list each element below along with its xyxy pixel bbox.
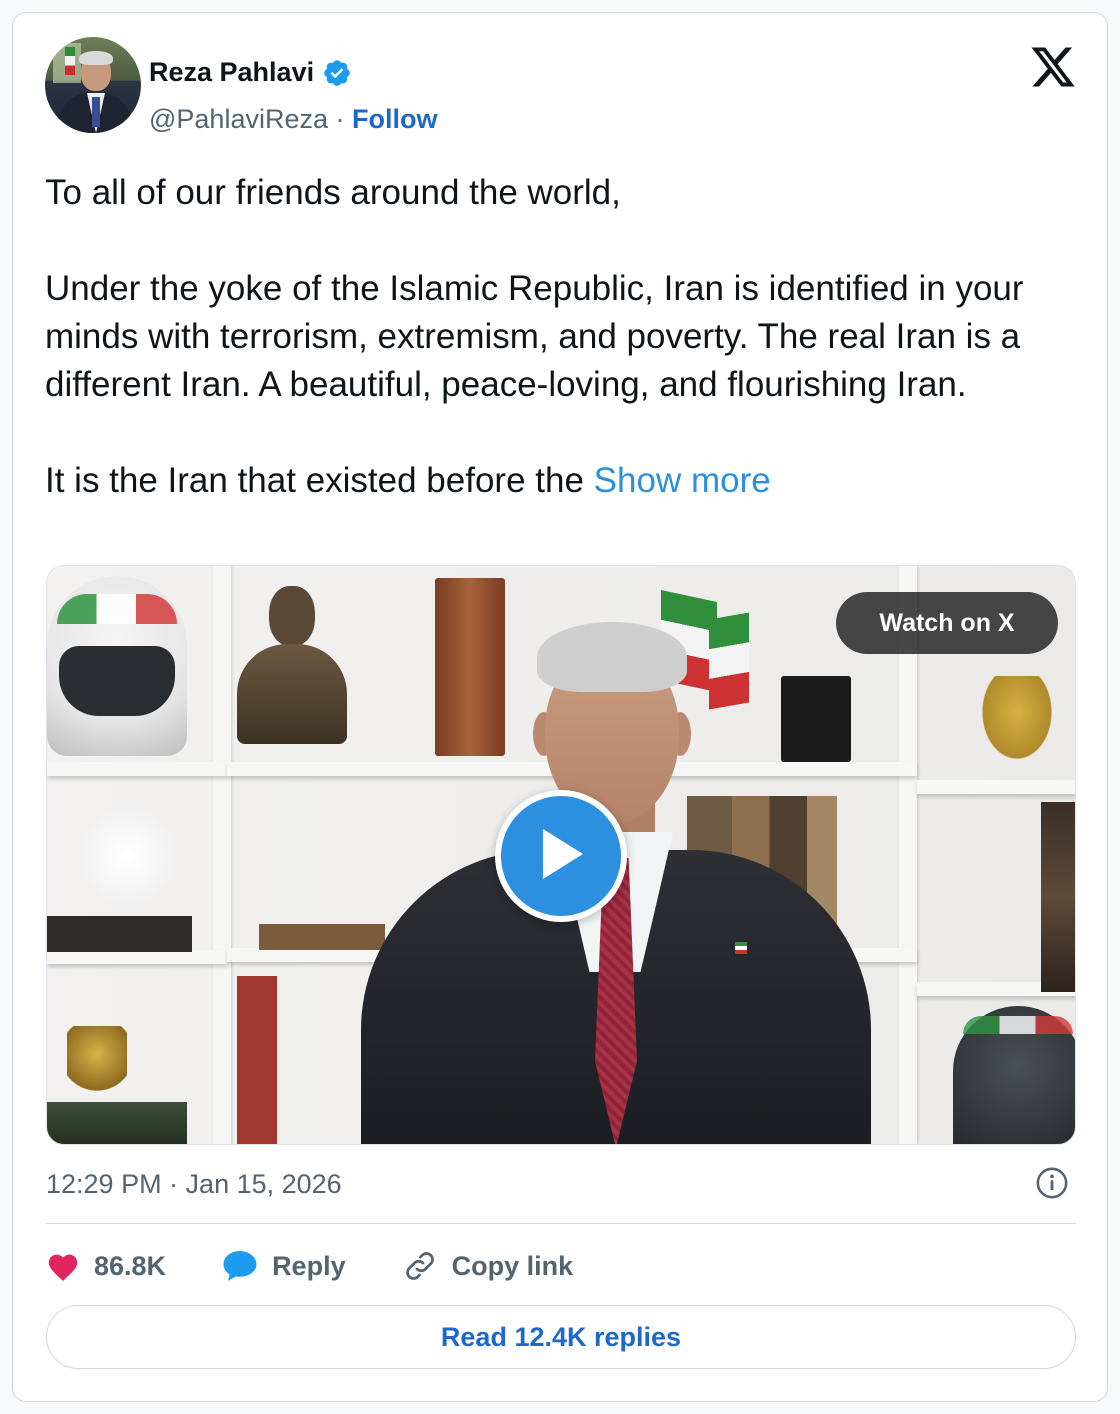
author-name-row: Reza Pahlavi — [149, 57, 352, 88]
play-icon — [535, 825, 587, 888]
reply-label: Reply — [272, 1250, 346, 1281]
tweet-paragraph-2: Under the yoke of the Islamic Republic, … — [45, 269, 1024, 404]
author-handle-row: @PahlaviReza · Follow — [149, 104, 438, 135]
books-far-right — [1041, 802, 1075, 992]
info-icon[interactable] — [1035, 1166, 1069, 1200]
reply-bubble-icon — [222, 1249, 258, 1283]
books-left — [47, 916, 192, 952]
copy-link-button[interactable]: Copy link — [402, 1248, 574, 1284]
like-count: 86.8K — [94, 1250, 167, 1281]
avatar[interactable] — [45, 37, 141, 133]
bronze-bust — [237, 586, 347, 756]
gold-emblem — [977, 676, 1057, 766]
tweet-paragraph-3: It is the Iran that existed before the S… — [45, 457, 1085, 505]
x-logo-icon[interactable] — [1029, 43, 1077, 91]
play-button[interactable] — [495, 790, 627, 922]
tweet-text: To all of our friends around the world, … — [45, 169, 1085, 505]
calligraphy-sculpture — [67, 796, 187, 916]
tweet-card: Reza Pahlavi @PahlaviReza · Follow To al… — [12, 12, 1108, 1402]
red-book — [237, 976, 277, 1144]
video-player[interactable]: Watch on X — [46, 565, 1076, 1145]
avatar-flag — [65, 47, 75, 75]
helmet-right — [953, 1006, 1075, 1144]
divider — [46, 1223, 1076, 1224]
tweet-actions: 86.8K Reply Copy link — [46, 1243, 629, 1289]
copy-link-label: Copy link — [451, 1250, 574, 1281]
tweet-paragraph-3-text: It is the Iran that existed before the — [45, 461, 584, 500]
avatar-tie — [92, 97, 100, 127]
follow-button[interactable]: Follow — [352, 104, 437, 134]
watch-on-x-button[interactable]: Watch on X — [836, 592, 1058, 654]
heart-icon — [46, 1250, 80, 1282]
helmet-left — [47, 576, 187, 756]
trophy — [67, 1026, 127, 1096]
read-replies-button[interactable]: Read 12.4K replies — [46, 1305, 1076, 1369]
avatar-hair — [79, 51, 113, 65]
tweet-timestamp[interactable]: 12:29 PM · Jan 15, 2026 — [46, 1169, 342, 1200]
like-button[interactable]: 86.8K — [46, 1250, 166, 1282]
link-icon — [402, 1248, 438, 1284]
tweet-line-greeting: To all of our friends around the world, — [45, 173, 621, 212]
verified-badge-icon — [322, 58, 352, 88]
author-handle[interactable]: @PahlaviReza — [149, 104, 328, 134]
handle-separator: · — [335, 104, 345, 134]
show-more-link[interactable]: Show more — [594, 461, 771, 500]
author-display-name[interactable]: Reza Pahlavi — [149, 57, 314, 88]
books-bottom-left — [47, 1102, 187, 1144]
reply-button[interactable]: Reply — [222, 1249, 346, 1283]
